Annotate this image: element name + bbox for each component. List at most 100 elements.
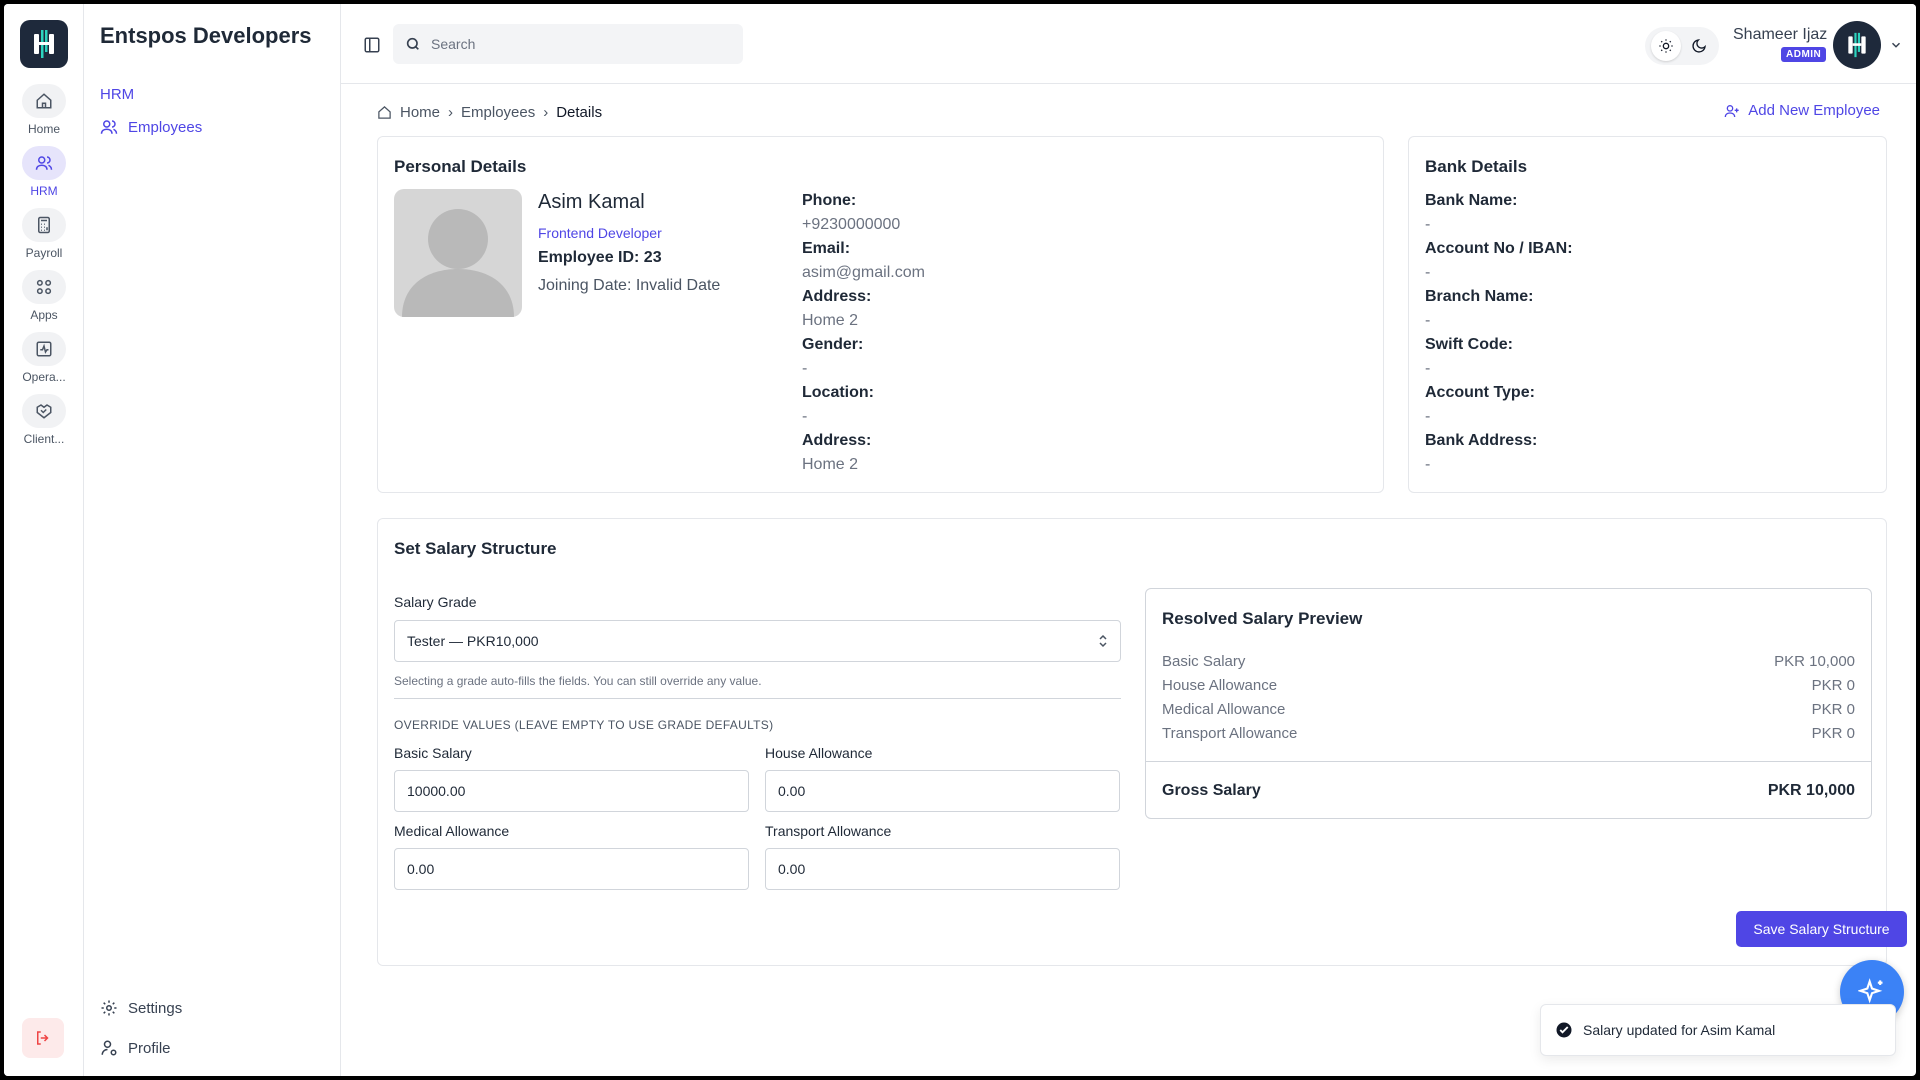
preview-row: Medical Allowance PKR 0 xyxy=(1162,701,1855,718)
personal-details-card: Personal Details Asim Kamal Frontend Dev… xyxy=(377,136,1384,493)
app-logo[interactable] xyxy=(20,20,68,68)
rail-item-clients[interactable]: Client... xyxy=(4,394,84,446)
info-value: +9230000000 xyxy=(802,216,901,233)
preview-row-value: PKR 0 xyxy=(1811,701,1855,718)
preview-row-label: Transport Allowance xyxy=(1162,725,1298,742)
save-salary-button[interactable]: Save Salary Structure xyxy=(1736,911,1907,947)
info-value: Home 2 xyxy=(802,456,859,473)
user-placeholder-icon xyxy=(402,209,514,317)
rail-item-payroll[interactable]: Payroll xyxy=(4,208,84,260)
employee-photo xyxy=(394,189,522,317)
salary-grade-value: Tester — PKR10,000 xyxy=(407,633,539,649)
rail-item-operations[interactable]: Opera... xyxy=(4,332,84,384)
calculator-icon xyxy=(22,208,66,242)
gross-salary-value: PKR 10,000 xyxy=(1767,782,1855,799)
sidebar-item-profile[interactable]: Profile xyxy=(100,1039,171,1057)
users-icon xyxy=(22,146,66,180)
info-label: Gender: xyxy=(802,336,864,353)
user-name[interactable]: Shameer Ijaz xyxy=(1733,26,1827,44)
preview-row: Transport Allowance PKR 0 xyxy=(1162,725,1855,742)
chevrons-up-down-icon xyxy=(1099,634,1107,648)
chevron-down-icon xyxy=(1891,42,1901,48)
basic-salary-label: Basic Salary xyxy=(394,745,472,761)
grid-icon xyxy=(22,270,66,304)
info-value: asim@gmail.com xyxy=(802,264,925,281)
avatar[interactable] xyxy=(1833,21,1881,69)
info-value: - xyxy=(802,408,808,425)
sidebar-toggle-button[interactable] xyxy=(363,36,381,54)
sidebar: Entspos Developers HRM Employees Setting… xyxy=(84,4,341,1076)
logout-button[interactable] xyxy=(22,1018,64,1058)
preview-row-value: PKR 0 xyxy=(1811,725,1855,742)
logo-icon xyxy=(1848,32,1866,58)
info-label: Account No / IBAN: xyxy=(1425,240,1573,257)
breadcrumb-employees[interactable]: Employees xyxy=(461,104,535,121)
add-employee-button[interactable]: Add New Employee xyxy=(1724,102,1880,119)
sparkles-icon xyxy=(1858,978,1883,1004)
employee-joining-date: Joining Date: Invalid Date xyxy=(538,277,721,294)
preview-row-value: PKR 10,000 xyxy=(1774,653,1855,670)
basic-salary-input[interactable] xyxy=(394,770,749,812)
sidebar-item-settings[interactable]: Settings xyxy=(100,999,182,1017)
moon-icon xyxy=(1691,39,1706,53)
info-label: Bank Address: xyxy=(1425,432,1538,449)
salary-preview-panel: Resolved Salary Preview Basic Salary PKR… xyxy=(1145,588,1872,819)
info-label: Phone: xyxy=(802,192,857,209)
divider xyxy=(1146,761,1871,762)
app-window: Home HRM Payroll Apps Opera... Client...… xyxy=(4,4,1916,1076)
salary-grade-select[interactable]: Tester — PKR10,000 xyxy=(394,620,1121,662)
breadcrumb: Home › Employees › Details xyxy=(377,104,602,121)
transport-allowance-label: Transport Allowance xyxy=(765,823,892,839)
user-plus-icon xyxy=(1724,104,1739,117)
icon-rail: Home HRM Payroll Apps Opera... Client... xyxy=(4,4,84,1076)
house-allowance-input[interactable] xyxy=(765,770,1120,812)
preview-row-value: PKR 0 xyxy=(1811,677,1855,694)
grade-hint-text: Selecting a grade auto-fills the fields.… xyxy=(394,674,762,688)
bank-details-card: Bank Details Bank Name: - Account No / I… xyxy=(1408,136,1887,493)
rail-label: Payroll xyxy=(25,246,63,260)
search-input[interactable] xyxy=(431,36,721,52)
home-icon xyxy=(378,106,391,119)
users-icon xyxy=(100,120,118,134)
info-label: Account Type: xyxy=(1425,384,1535,401)
employee-name: Asim Kamal xyxy=(538,191,645,213)
success-toast: Salary updated for Asim Kamal xyxy=(1540,1004,1896,1056)
rail-label: Client... xyxy=(23,432,65,446)
sidebar-section-hrm[interactable]: HRM xyxy=(100,86,134,103)
info-label: Bank Name: xyxy=(1425,192,1518,209)
preview-row-label: House Allowance xyxy=(1162,677,1278,694)
gross-salary-row: Gross Salary PKR 10,000 xyxy=(1162,782,1855,800)
user-menu-button[interactable] xyxy=(1889,38,1903,56)
sidebar-item-label: Employees xyxy=(128,118,203,136)
user-cog-icon xyxy=(101,1040,117,1056)
light-mode-button[interactable] xyxy=(1650,31,1681,61)
org-name: Entspos Developers xyxy=(100,23,312,48)
medical-allowance-input[interactable] xyxy=(394,848,749,890)
medical-allowance-label: Medical Allowance xyxy=(394,823,510,839)
search-bar xyxy=(393,24,743,64)
info-label: Location: xyxy=(802,384,874,401)
info-value: - xyxy=(1425,360,1431,377)
rail-item-home[interactable]: Home xyxy=(4,84,84,136)
gross-salary-label: Gross Salary xyxy=(1162,782,1261,799)
rail-item-hrm[interactable]: HRM xyxy=(4,146,84,198)
rail-item-apps[interactable]: Apps xyxy=(4,270,84,322)
chevron-right-icon: › xyxy=(448,104,454,121)
transport-allowance-input[interactable] xyxy=(765,848,1120,890)
main-content: Home › Employees › Details Add New Emplo… xyxy=(341,84,1916,1076)
info-value: - xyxy=(1425,456,1431,473)
card-title: Set Salary Structure xyxy=(394,539,557,558)
sidebar-item-employees[interactable]: Employees xyxy=(100,118,202,136)
contact-info-list: Phone: +9230000000 Email: asim@gmail.com… xyxy=(802,189,925,477)
handshake-icon xyxy=(22,394,66,428)
role-badge: ADMIN xyxy=(1781,47,1827,62)
salary-grade-label: Salary Grade xyxy=(394,594,477,610)
logo-icon xyxy=(34,30,54,58)
dark-mode-button[interactable] xyxy=(1684,31,1714,61)
breadcrumb-details: Details xyxy=(556,104,603,121)
sun-icon xyxy=(1658,39,1673,53)
bank-info-list: Bank Name: - Account No / IBAN: - Branch… xyxy=(1425,189,1573,477)
preview-title: Resolved Salary Preview xyxy=(1162,609,1363,628)
employee-id: Employee ID: 23 xyxy=(538,249,662,266)
breadcrumb-home[interactable]: Home xyxy=(400,104,440,121)
